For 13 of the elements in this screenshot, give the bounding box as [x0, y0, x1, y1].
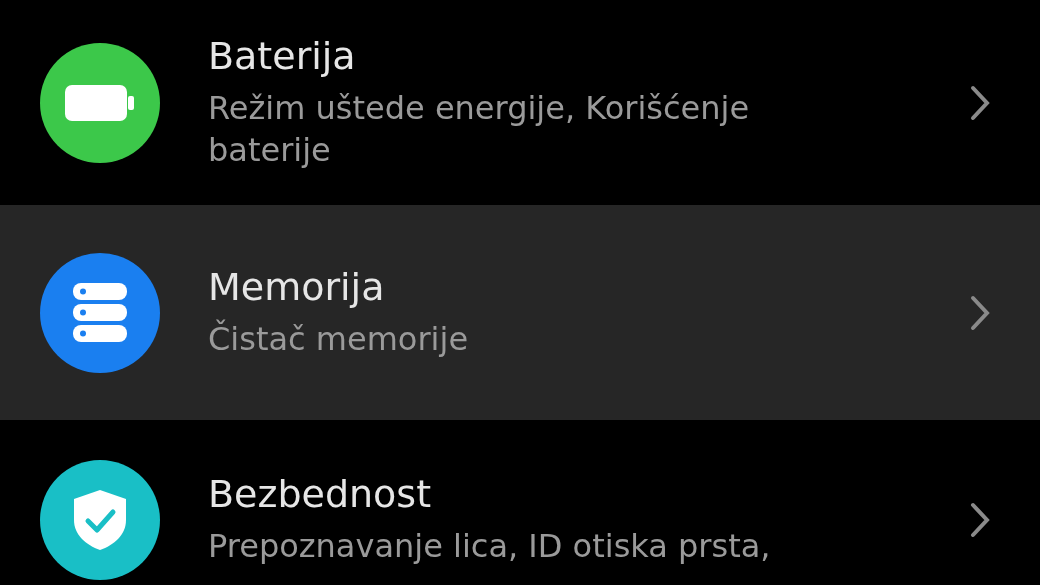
item-title: Bezbednost: [208, 472, 433, 517]
chevron-right-icon: [970, 294, 990, 331]
chevron-right-icon: [970, 84, 990, 121]
storage-icon: [73, 282, 127, 343]
item-title: Memorija: [208, 264, 386, 309]
item-title: Baterija: [208, 33, 357, 78]
battery-icon: [65, 84, 135, 121]
shield-check-icon: [74, 490, 126, 550]
item-subtitle: Čistač memorije: [208, 318, 470, 360]
item-subtitle: Režim uštede energije, Korišćenje baterije: [208, 87, 751, 171]
settings-item[interactable]: Memorija Čistač memorije: [0, 205, 1040, 420]
chevron-right-icon: [970, 502, 990, 538]
item-subtitle: Prepoznavanje lica, ID otiska prsta,: [208, 526, 772, 568]
